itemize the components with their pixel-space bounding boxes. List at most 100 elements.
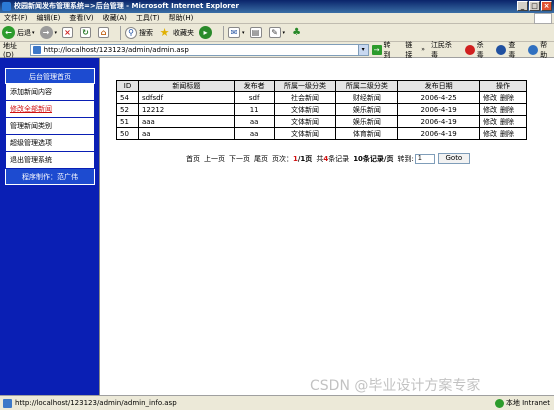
address-input[interactable]: http://localhost/123123/admin/admin.asp … (29, 43, 369, 56)
jump-label: 转到: (397, 154, 414, 163)
sidebar-item-categories[interactable]: 管理新闻类别 (5, 118, 95, 135)
back-arrow-icon: ← (2, 26, 15, 39)
address-label: 地址(D) (3, 41, 17, 59)
sidebar: 后台管理首页 添加新闻内容 修改全部新闻 管理新闻类别 超级管理选项 退出管理系… (0, 58, 99, 395)
media-icon: ▸ (199, 26, 213, 39)
stop-button[interactable]: × (62, 27, 75, 38)
ie-icon (2, 2, 11, 11)
delete-link[interactable]: 删除 (500, 130, 514, 138)
search-icon: ⚲ (125, 26, 138, 39)
delete-link[interactable]: 删除 (500, 106, 514, 114)
home-button[interactable]: ⌂ (98, 27, 111, 38)
delete-link[interactable]: 删除 (500, 94, 514, 102)
page-number-input[interactable] (414, 153, 435, 164)
home-icon: ⌂ (98, 27, 110, 38)
antivirus-button[interactable]: 江民杀毒 (431, 40, 459, 60)
first-page-link[interactable]: 首页 (186, 154, 200, 164)
sidebar-footer: 程序制作：范广伟 (5, 169, 95, 185)
stop-icon: × (62, 27, 74, 38)
menu-edit[interactable]: 编辑(E) (37, 13, 61, 23)
page-viewport: 后台管理首页 添加新闻内容 修改全部新闻 管理新闻类别 超级管理选项 退出管理系… (0, 58, 554, 395)
menu-tools[interactable]: 工具(T) (136, 13, 160, 23)
menu-favorites[interactable]: 收藏(A) (103, 13, 127, 23)
next-page-link[interactable]: 下一页 (229, 154, 250, 164)
virus-icon (464, 44, 475, 55)
address-bar: 地址(D) http://localhost/123123/admin/admi… (0, 40, 554, 60)
sidebar-item-super-admin[interactable]: 超级管理选项 (5, 135, 95, 152)
col-cat1: 所属一级分类 (273, 80, 337, 92)
menu-help[interactable]: 帮助(H) (169, 13, 194, 23)
menu-file[interactable]: 文件(F) (4, 13, 28, 23)
back-button[interactable]: ← 后退 ▾ (2, 26, 35, 39)
per-page: 10条记录/页 (353, 154, 394, 163)
col-author: 发布者 (233, 80, 275, 92)
help-button[interactable]: 帮助 (528, 40, 554, 60)
prev-page-link[interactable]: 上一页 (204, 154, 225, 164)
col-date: 发布日期 (397, 80, 481, 92)
forward-arrow-icon: → (39, 26, 53, 39)
page-icon (32, 45, 41, 54)
col-actions: 操作 (479, 80, 527, 92)
refresh-button[interactable]: ↻ (80, 27, 93, 38)
sidebar-item-edit-news[interactable]: 修改全部新闻 (5, 101, 95, 118)
sidebar-header[interactable]: 后台管理首页 (5, 68, 95, 84)
intranet-icon (494, 398, 504, 408)
print-icon: ▤ (249, 27, 262, 38)
close-button[interactable]: × (541, 1, 552, 11)
table-row: 52 12212 11 文体新闻 娱乐新闻 2006-4-19 修改 删除 (116, 103, 527, 116)
col-title: 新闻标题 (137, 80, 235, 92)
goto-button[interactable]: Goto (437, 153, 470, 164)
edit-link[interactable]: 修改 (483, 118, 497, 126)
mail-button[interactable]: ✉ ▾ (228, 27, 245, 38)
minimize-button[interactable]: _ (517, 1, 528, 11)
refresh-icon: ↻ (80, 27, 92, 38)
forward-button[interactable]: → ▾ (39, 26, 57, 39)
scan-virus-button[interactable]: 查毒 (496, 40, 522, 60)
search-button[interactable]: ⚲ 搜索 (125, 26, 153, 39)
table-row: 51 aaa aa 文体新闻 娱乐新闻 2006-4-19 修改 删除 (116, 115, 527, 128)
mail-icon: ✉ (228, 27, 241, 38)
col-cat2: 所属二级分类 (335, 80, 399, 92)
menu-view[interactable]: 查看(V) (69, 13, 93, 23)
status-bar: http://localhost/123123/admin/admin_info… (0, 395, 554, 410)
maximize-button[interactable]: □ (529, 1, 540, 11)
windows-logo (534, 13, 552, 24)
page-icon (3, 398, 12, 408)
page-indicator: 页次：1/1页 (272, 154, 313, 163)
address-url: http://localhost/123123/admin/admin.asp (43, 45, 189, 54)
table-row: 54 sdfsdf sdf 社会新闻 财经新闻 2006-4-25 修改 删除 (116, 91, 527, 104)
edit-link[interactable]: 修改 (483, 106, 497, 114)
kill-virus-button[interactable]: 杀毒 (464, 40, 491, 60)
go-arrow-icon: → (371, 44, 382, 55)
delete-link[interactable]: 删除 (500, 118, 514, 126)
status-url: http://localhost/123123/admin/admin_info… (15, 399, 177, 407)
col-id: ID (116, 80, 139, 92)
sidebar-item-add-news[interactable]: 添加新闻内容 (5, 84, 95, 101)
media-button[interactable]: ▸ (199, 26, 214, 39)
watermark: CSDN @毕业设计方案专家 (310, 378, 481, 394)
edit-icon: ✎ (268, 27, 281, 38)
menu-bar: 文件(F) 编辑(E) 查看(V) 收藏(A) 工具(T) 帮助(H) (0, 13, 554, 24)
table-row: 50 aa aa 文体新闻 体育新闻 2006-4-19 修改 删除 (116, 127, 527, 140)
edit-button[interactable]: ✎ ▾ (268, 27, 285, 38)
window-title: 校园新闻发布管理系统=>后台管理 - Microsoft Internet Ex… (14, 2, 239, 10)
main-content: ID 新闻标题 发布者 所属一级分类 所属二级分类 发布日期 操作 54 sdf… (99, 58, 554, 395)
star-icon: ★ (159, 26, 170, 39)
help-icon (528, 44, 539, 55)
sidebar-item-logout[interactable]: 退出管理系统 (5, 152, 95, 169)
messenger-button[interactable]: ♣ (290, 26, 305, 39)
record-count: 共4条记录 (316, 154, 350, 163)
messenger-icon: ♣ (292, 27, 302, 38)
security-zone: 本地 Intranet (494, 398, 550, 408)
edit-link[interactable]: 修改 (483, 94, 497, 102)
go-button[interactable]: → 转到 (371, 40, 398, 60)
edit-link[interactable]: 修改 (483, 130, 497, 138)
chevron-down-icon[interactable]: ▾ (357, 44, 368, 55)
last-page-link[interactable]: 尾页 (254, 154, 268, 164)
print-button[interactable]: ▤ (249, 27, 264, 38)
links-button[interactable]: 链接 (405, 40, 419, 60)
scan-icon (496, 44, 507, 55)
pagination: 首页 上一页 下一页 尾页 页次：1/1页 共4条记录 10条记录/页 转到: … (186, 153, 470, 164)
news-table: ID 新闻标题 发布者 所属一级分类 所属二级分类 发布日期 操作 54 sdf… (116, 80, 527, 140)
favorites-button[interactable]: ★ 收藏夹 (158, 26, 194, 39)
